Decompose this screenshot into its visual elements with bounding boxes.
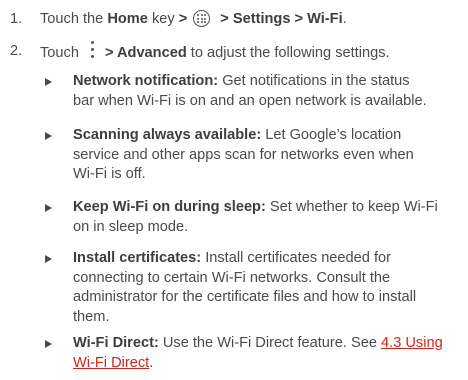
bullet-triangle-icon: [45, 340, 52, 348]
home-key-label: Home: [107, 11, 148, 27]
setting-term: Wi-Fi Direct:: [73, 335, 159, 351]
overflow-menu-icon: [90, 41, 95, 59]
setting-term: Network notification:: [73, 73, 219, 89]
setting-wifi-direct: Wi-Fi Direct: Use the Wi-Fi Direct featu…: [45, 334, 455, 373]
setting-network-notification: Network notification: Get notifications …: [45, 72, 455, 111]
step-number: 2.: [10, 43, 23, 59]
setting-term: Scanning always available:: [73, 127, 262, 143]
setting-description: Keep Wi-Fi on during sleep: Set whether …: [73, 199, 438, 235]
setting-description: Scanning always available: Let Google’s …: [73, 127, 414, 183]
setting-install-certificates: Install certificates: Install certificat…: [45, 249, 455, 327]
step-text: Touch the Home key > > Settings > Wi-Fi.: [40, 10, 347, 27]
setting-term: Install certificates:: [73, 250, 202, 266]
step-number: 1.: [10, 11, 23, 27]
bullet-triangle-icon: [45, 78, 52, 86]
setting-description: Install certificates: Install certificat…: [73, 250, 417, 325]
step-text: Touch > Advanced to adjust the following …: [40, 41, 390, 63]
bullet-triangle-icon: [45, 132, 52, 140]
setting-term: Keep Wi-Fi on during sleep:: [73, 199, 266, 215]
setting-keep-wifi-on-during-sleep: Keep Wi-Fi on during sleep: Set whether …: [45, 198, 455, 237]
bullet-triangle-icon: [45, 204, 52, 212]
advanced-path: > Advanced: [104, 45, 187, 61]
instructions-page: 1. Touch the Home key > > Settings > Wi-…: [0, 0, 468, 380]
setting-description: Wi-Fi Direct: Use the Wi-Fi Direct featu…: [73, 335, 443, 371]
bullet-triangle-icon: [45, 255, 52, 263]
setting-description: Network notification: Get notifications …: [73, 73, 427, 109]
setting-scanning-always-available: Scanning always available: Let Google’s …: [45, 126, 455, 185]
apps-drawer-icon: [193, 10, 211, 27]
settings-path: Settings > Wi-Fi: [232, 11, 343, 27]
